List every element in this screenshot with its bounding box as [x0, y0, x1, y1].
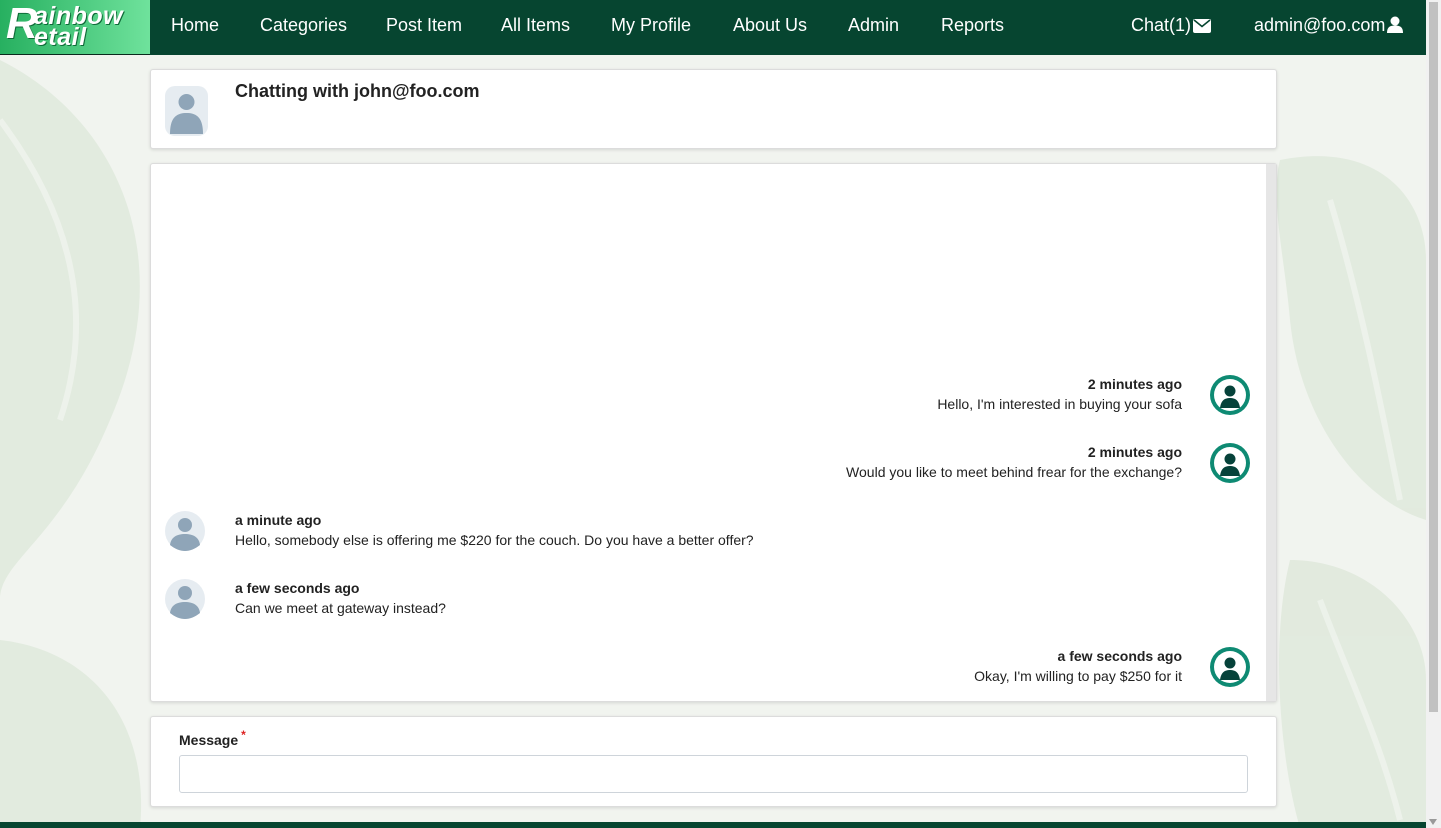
- nav-reports[interactable]: Reports: [941, 15, 1004, 36]
- partner-avatar-icon: [165, 86, 208, 136]
- message-item: a minute ago Hello, somebody else is off…: [235, 512, 754, 548]
- scroll-down-arrow-icon[interactable]: [1429, 819, 1437, 825]
- message-text: Would you like to meet behind frear for …: [846, 464, 1182, 480]
- message-text: Okay, I'm willing to pay $250 for it: [974, 668, 1182, 684]
- message-text: Hello, I'm interested in buying your sof…: [937, 396, 1182, 412]
- nav-all-items[interactable]: All Items: [501, 15, 570, 36]
- partner-avatar-icon: [165, 511, 205, 551]
- message-time: a few seconds ago: [1057, 648, 1182, 664]
- chat-title: Chatting with john@foo.com: [235, 81, 480, 101]
- self-avatar-icon: [1210, 647, 1250, 687]
- brand-logo[interactable]: Rainbow etail: [0, 0, 150, 55]
- nav-admin[interactable]: Admin: [848, 15, 899, 36]
- envelope-icon: [1193, 19, 1212, 33]
- messages-panel[interactable]: 2 minutes ago Hello, I'm interested in b…: [150, 163, 1277, 702]
- messages-scrollbar[interactable]: [1266, 164, 1276, 701]
- message-item: 2 minutes ago Would you like to meet beh…: [846, 444, 1182, 480]
- message-time: a few seconds ago: [235, 580, 360, 596]
- nav-post-item[interactable]: Post Item: [386, 15, 462, 36]
- message-time: 2 minutes ago: [1087, 444, 1182, 460]
- user-label: admin@foo.com: [1254, 15, 1386, 35]
- footer-bar: [0, 822, 1426, 828]
- nav-about-us[interactable]: About Us: [733, 15, 807, 36]
- top-navbar: Rainbow etail Home Categories Post Item A…: [0, 0, 1426, 55]
- self-avatar-icon: [1210, 375, 1250, 415]
- nav-user[interactable]: admin@foo.com: [1254, 15, 1404, 36]
- self-avatar-icon: [1210, 443, 1250, 483]
- message-form-card: Message *: [150, 716, 1277, 807]
- nav-my-profile[interactable]: My Profile: [611, 15, 691, 36]
- chat-label: Chat(1): [1131, 15, 1192, 35]
- user-icon: [1387, 16, 1404, 33]
- message-time: 2 minutes ago: [1087, 376, 1182, 392]
- message-text: Hello, somebody else is offering me $220…: [235, 532, 754, 548]
- nav-categories[interactable]: Categories: [260, 15, 347, 36]
- message-label: Message *: [179, 728, 246, 748]
- window-scrollbar[interactable]: [1426, 0, 1441, 828]
- message-label-text: Message: [179, 732, 239, 748]
- message-item: 2 minutes ago Hello, I'm interested in b…: [937, 376, 1182, 412]
- message-time: a minute ago: [235, 512, 322, 528]
- message-input[interactable]: [179, 755, 1248, 793]
- required-mark: *: [241, 728, 246, 742]
- nav-chat[interactable]: Chat(1): [1131, 15, 1212, 36]
- message-text: Can we meet at gateway instead?: [235, 600, 446, 616]
- nav-home[interactable]: Home: [171, 15, 219, 36]
- scrollbar-thumb[interactable]: [1429, 2, 1438, 712]
- chat-header-card: Chatting with john@foo.com: [150, 69, 1277, 149]
- message-item: a few seconds ago Okay, I'm willing to p…: [974, 648, 1182, 684]
- partner-avatar-icon: [165, 579, 205, 619]
- message-item: a few seconds ago Can we meet at gateway…: [235, 580, 446, 616]
